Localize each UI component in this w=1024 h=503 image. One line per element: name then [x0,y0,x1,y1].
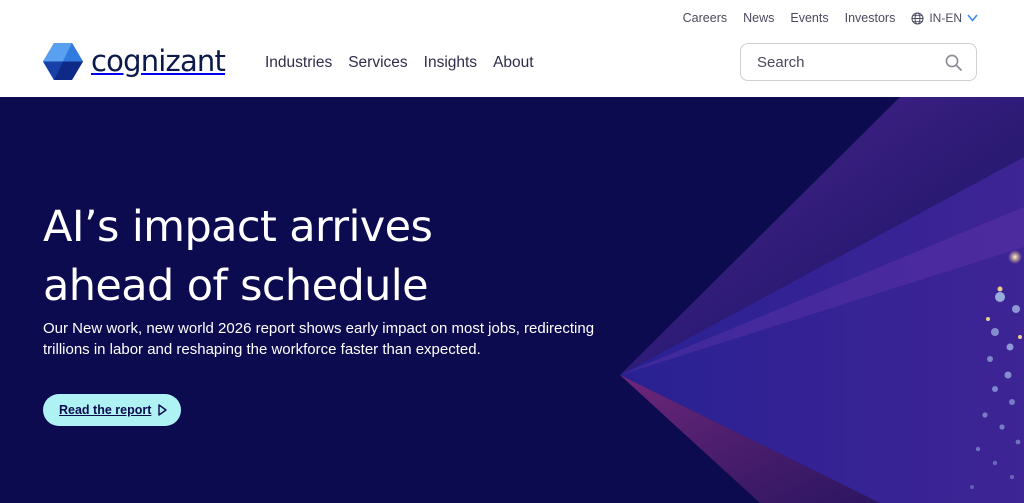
hero-title: AI’s impact arrives ahead of schedule [43,198,663,316]
hero-banner: AI’s impact arrives ahead of schedule Ou… [0,97,1024,503]
globe-icon [911,11,924,25]
locale-selector[interactable]: IN-EN [911,11,978,25]
cognizant-hexagon-logo-icon [43,43,83,80]
hero-subtitle: Our New work, new world 2026 report show… [43,320,595,358]
utility-link-news[interactable]: News [743,11,774,25]
read-report-button[interactable]: Read the report [43,394,182,426]
search-icon[interactable] [945,54,962,71]
nav-item-industries[interactable]: Industries [265,54,332,72]
nav-item-about[interactable]: About [493,54,534,72]
nav-item-insights[interactable]: Insights [424,54,477,72]
utility-link-investors[interactable]: Investors [845,11,896,25]
play-outline-icon [158,404,168,416]
main-nav: Industries Services Insights About [265,54,534,72]
utility-link-careers[interactable]: Careers [683,11,727,25]
read-report-label: Read the report [59,403,152,417]
search-input[interactable]: Search [740,43,977,81]
hero-title-line-1: AI’s impact arrives [43,202,433,252]
site-header: Careers News Events Investors IN-EN cogn… [0,0,1024,97]
utility-nav: Careers News Events Investors IN-EN [683,10,978,26]
utility-link-events[interactable]: Events [790,11,828,25]
search-placeholder: Search [757,53,805,71]
chevron-down-icon [967,14,978,22]
brand-logo[interactable]: cognizant [43,43,226,80]
brand-wordmark: cognizant [91,44,226,78]
hero-title-line-2: ahead of schedule [43,261,429,311]
locale-label: IN-EN [929,11,962,25]
nav-item-services[interactable]: Services [348,54,407,72]
